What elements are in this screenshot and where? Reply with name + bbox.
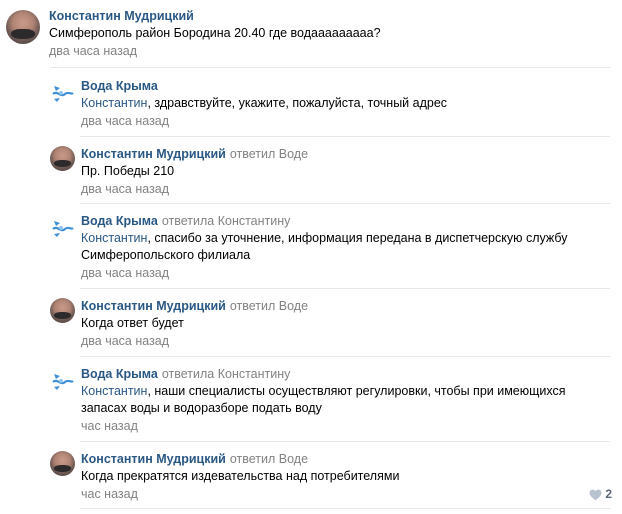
divider — [80, 441, 610, 442]
voda-kryma-logo-icon[interactable] — [50, 369, 75, 394]
comment-text: Симферополь район Бородина 20.40 где вод… — [49, 26, 381, 40]
comment-text: Константин, здравствуйте, укажите, пожал… — [81, 95, 606, 112]
comment-text: Константин, спасибо за уточнение, информ… — [81, 230, 606, 264]
reply-comment: Константин Мудрицкий ответил Воде Когда п… — [50, 449, 610, 503]
reply-to-link[interactable]: ответил Воде — [230, 147, 308, 161]
comment-date[interactable]: два часа назад — [81, 181, 606, 198]
avatar[interactable] — [50, 146, 75, 171]
comment-text: Когда прекратятся издевательства над пот… — [81, 469, 400, 483]
comment-text: Пр. Победы 210 — [81, 164, 175, 178]
comment-date[interactable]: два часа назад — [81, 265, 606, 282]
comment-author[interactable]: Константин Мудрицкий — [81, 299, 226, 313]
divider — [80, 288, 610, 289]
comment-text: Константин, наши специалисты осуществляю… — [81, 383, 606, 417]
comment-text-body: , спасибо за уточнение, информация перед… — [81, 231, 568, 262]
comment-date[interactable]: час назад — [81, 486, 606, 503]
like-count: 2 — [605, 487, 612, 501]
comment-author[interactable]: Константин Мудрицкий — [81, 452, 226, 466]
comment-author[interactable]: Вода Крыма — [81, 367, 158, 381]
avatar[interactable] — [6, 10, 40, 44]
reply-comment: Константин Мудрицкий ответил Воде Пр. Поб… — [50, 144, 610, 198]
reply-to-link[interactable]: ответила Константину — [162, 214, 291, 228]
comment-text: Когда ответ будет — [81, 316, 184, 330]
comment-date[interactable]: два часа назад — [81, 113, 606, 130]
divider — [80, 203, 610, 204]
comment-author[interactable]: Константин Мудрицкий — [49, 9, 194, 23]
comment-thread: Константин Мудрицкий Симферополь район Б… — [0, 0, 622, 514]
divider — [50, 67, 610, 68]
comment-author[interactable]: Вода Крыма — [81, 214, 158, 228]
comment-author[interactable]: Вода Крыма — [81, 79, 158, 93]
heart-icon — [589, 489, 602, 500]
divider — [80, 136, 610, 137]
comment-text-body: , наши специалисты осуществляют регулиро… — [81, 384, 566, 415]
comment-date[interactable]: час назад — [81, 418, 606, 435]
divider — [80, 508, 610, 509]
reply-to-link[interactable]: ответил Воде — [230, 452, 308, 466]
mention-link[interactable]: Константин — [81, 384, 147, 398]
reply-comment: Вода Крыма Константин, здравствуйте, ука… — [50, 76, 610, 130]
reply-to-link[interactable]: ответила Константину — [162, 367, 291, 381]
voda-kryma-logo-icon[interactable] — [50, 81, 75, 106]
divider — [80, 356, 610, 357]
comment-author[interactable]: Константин Мудрицкий — [81, 147, 226, 161]
voda-kryma-logo-icon[interactable] — [50, 216, 75, 241]
reply-comment: Вода Крыма ответила Константину Константи… — [50, 211, 610, 283]
comment-text-body: , здравствуйте, укажите, пожалуйста, точ… — [147, 96, 448, 110]
mention-link[interactable]: Константин — [81, 231, 147, 245]
comment-date[interactable]: два часа назад — [49, 43, 381, 60]
reply-comment: Вода Крыма ответила Константину Константи… — [50, 364, 610, 436]
like-button[interactable]: 2 — [589, 486, 612, 503]
reply-comment: Константин Мудрицкий ответил Воде Когда о… — [50, 296, 610, 350]
avatar[interactable] — [50, 298, 75, 323]
reply-to-link[interactable]: ответил Воде — [230, 299, 308, 313]
mention-link[interactable]: Константин — [81, 96, 147, 110]
avatar[interactable] — [50, 451, 75, 476]
comment-date[interactable]: два часа назад — [81, 333, 606, 350]
root-comment: Константин Мудрицкий Симферополь район Б… — [6, 6, 612, 62]
